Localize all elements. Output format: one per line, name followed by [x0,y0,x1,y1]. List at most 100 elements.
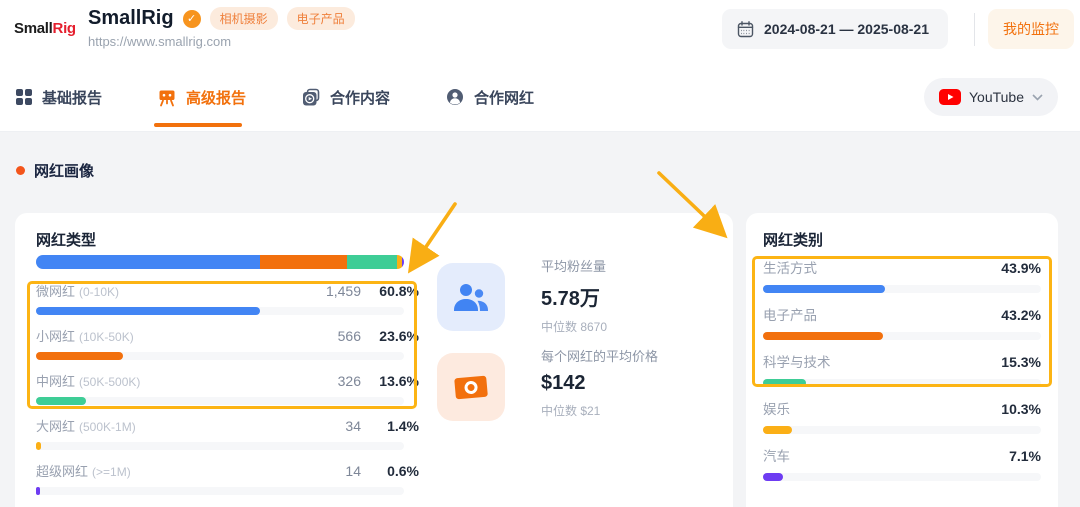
smallrig-logo: SmallRig [14,20,76,37]
avg-price-value: $142 [541,372,658,395]
category-label: 娱乐 [763,398,790,418]
tab-influencers-label: 合作网红 [474,87,534,108]
avg-price-label: 每个网红的平均价格 [541,346,658,365]
type-count: 1,459 [291,283,361,299]
category-row-lifestyle: 生活方式 43.9% [763,257,1041,304]
category-percent: 43.2% [1001,307,1041,323]
type-bar [36,352,123,360]
type-percent: 60.8% [361,283,419,299]
category-percent: 10.3% [1001,401,1041,417]
category-row-entertainment: 娱乐 10.3% [763,398,1041,445]
platform-selector[interactable]: YouTube [924,78,1058,116]
category-bar [763,332,883,340]
platform-label: YouTube [969,89,1024,105]
brand-block: SmallRig ✓ 相机摄影 电子产品 https://www.smallri… [88,7,355,49]
date-range-value: 2024-08-21 — 2025-08-21 [764,21,929,37]
section-header: 网红画像 [16,160,94,181]
bar-track [763,379,1041,387]
page-header: SmallRig SmallRig ✓ 相机摄影 电子产品 https://ww… [0,0,1080,62]
report-tabbar: 基础报告 高级报告 [0,62,1080,132]
influencer-type-stacked-bar [36,255,404,269]
type-bar [36,307,260,315]
type-row-big: 大网红 (500K-1M) 34 1.4% [36,416,419,461]
logo-text-small: Small [14,20,53,37]
type-label: 微网红 [36,281,75,300]
influencer-type-title: 网红类型 [36,229,96,250]
type-count: 14 [291,463,361,479]
tab-collab-influencers[interactable]: 合作网红 [445,62,534,132]
type-label: 中网红 [36,371,75,390]
category-bar [763,473,783,481]
category-label: 电子产品 [763,304,817,324]
type-count: 326 [291,373,361,389]
category-bar [763,379,806,387]
verified-badge-icon: ✓ [183,10,201,28]
brand-name: SmallRig [88,7,174,30]
type-range: (0-10K) [79,285,119,299]
type-label: 小网红 [36,326,75,345]
brand-tag-camera: 相机摄影 [210,7,278,30]
section-bullet-icon [16,166,25,175]
video-icon [301,87,321,107]
type-row-super: 超级网红 (>=1M) 14 0.6% [36,461,419,506]
section-title: 网红画像 [34,160,94,181]
smallrig-analytics-page: SmallRig SmallRig ✓ 相机摄影 电子产品 https://ww… [0,0,1080,507]
type-count: 34 [291,418,361,434]
bar-track [36,487,404,495]
influencer-type-card: 网红类型 微网红 (0-10K) 1,459 60.8% 小网红 [15,213,733,507]
category-label: 科学与技术 [763,351,831,371]
category-label: 汽车 [763,445,790,465]
stacked-bar-segment [347,255,397,269]
type-range: (>=1M) [92,465,131,479]
type-count: 566 [291,328,361,344]
category-percent: 7.1% [1009,448,1041,464]
type-percent: 23.6% [361,328,419,344]
my-monitor-button[interactable]: 我的监控 [988,9,1074,49]
category-bar [763,285,885,293]
type-label: 超级网红 [36,461,88,480]
stacked-bar-segment [36,255,260,269]
category-percent: 43.9% [1001,260,1041,276]
easel-icon [157,87,177,107]
bar-track [763,473,1041,481]
date-range-picker[interactable]: 2024-08-21 — 2025-08-21 [722,9,948,49]
tab-basic-report[interactable]: 基础报告 [15,62,102,132]
bar-track [36,352,404,360]
category-row-electronics: 电子产品 43.2% [763,304,1041,351]
tab-basic-label: 基础报告 [42,87,102,108]
type-range: (500K-1M) [79,420,136,434]
avg-followers-stat: 平均粉丝量 5.78万 中位数 8670 [437,263,607,335]
influencer-category-card: 网红类别 生活方式 43.9% 电子产品 43.2% 科学与技术 15.3 [746,213,1058,507]
grid-icon [15,88,33,106]
type-percent: 13.6% [361,373,419,389]
stacked-bar-segment [402,255,404,269]
type-percent: 0.6% [361,463,419,479]
category-row-auto: 汽车 7.1% [763,445,1041,492]
avg-followers-median: 中位数 8670 [541,318,607,335]
type-row-mid: 中网红 (50K-500K) 326 13.6% [36,371,419,416]
bar-track [36,307,404,315]
avg-followers-label: 平均粉丝量 [541,256,607,275]
tab-advanced-label: 高级报告 [186,87,246,108]
avg-price-median: 中位数 $21 [541,402,658,419]
camera-icon [450,370,492,404]
followers-icon-tile [437,263,505,331]
avg-followers-value: 5.78万 [541,282,607,311]
active-tab-underline [154,123,242,127]
header-divider [974,13,975,46]
type-bar [36,442,41,450]
brand-tag-electronics: 电子产品 [287,7,355,30]
tab-advanced-report[interactable]: 高级报告 [157,62,246,132]
type-label: 大网红 [36,416,75,435]
brand-url[interactable]: https://www.smallrig.com [88,34,355,49]
type-range: (50K-500K) [79,375,140,389]
influencer-category-title: 网红类别 [763,229,823,250]
bar-track [763,285,1041,293]
type-bar [36,397,86,405]
bar-track [36,397,404,405]
type-range: (10K-50K) [79,330,134,344]
chevron-down-icon [1032,94,1043,101]
bar-track [763,332,1041,340]
tab-collab-content[interactable]: 合作内容 [301,62,390,132]
avg-price-stat: 每个网红的平均价格 $142 中位数 $21 [437,353,658,421]
